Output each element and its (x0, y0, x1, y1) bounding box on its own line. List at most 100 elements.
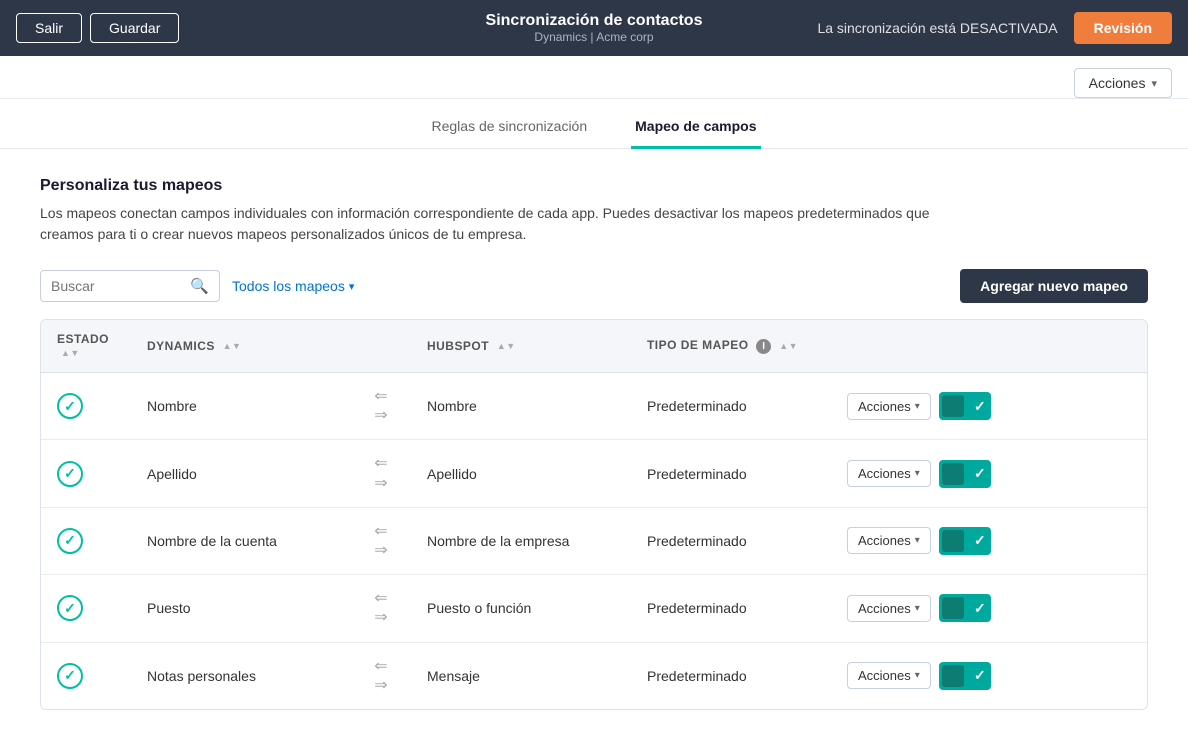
actions-cell: Acciones ✓ (831, 373, 1147, 440)
col-header-dynamics: DYNAMICS ▲▼ (131, 320, 351, 373)
tab-reglas[interactable]: Reglas de sincronización (427, 108, 591, 149)
header-center: Sincronización de contactos Dynamics | A… (486, 12, 703, 44)
col-header-estado: ESTADO ▲▼ (41, 320, 131, 373)
sort-hubspot-icon: ▲▼ (497, 343, 516, 350)
toggle-check-icon: ✓ (974, 465, 986, 482)
col-header-hubspot: HUBSPOT ▲▼ (411, 320, 631, 373)
status-check-icon: ✓ (57, 595, 83, 621)
hubspot-cell: Mensaje (411, 642, 631, 709)
row-acciones-button[interactable]: Acciones (847, 393, 931, 420)
status-check-icon: ✓ (57, 393, 83, 419)
toggle-switch[interactable]: ✓ (939, 392, 991, 420)
table-header-row: ESTADO ▲▼ DYNAMICS ▲▼ HUBSPOT ▲▼ TIPO DE… (41, 320, 1147, 373)
content-area: Personaliza tus mapeos Los mapeos conect… (0, 149, 1188, 738)
sync-arrows-icon: ⇐ ⇒ (367, 522, 395, 560)
sync-arrows-icon: ⇐ ⇒ (367, 589, 395, 627)
search-icon: 🔍 (190, 277, 209, 295)
salir-button[interactable]: Salir (16, 13, 82, 43)
page-subtitle: Dynamics | Acme corp (486, 30, 703, 44)
tipo-cell: Predeterminado (631, 642, 831, 709)
tipo-cell: Predeterminado (631, 507, 831, 574)
page-title: Sincronización de contactos (486, 12, 703, 30)
tab-mapeo[interactable]: Mapeo de campos (631, 108, 760, 149)
row-acciones-button[interactable]: Acciones (847, 460, 931, 487)
tipo-cell: Predeterminado (631, 373, 831, 440)
sync-arrows-icon: ⇐ ⇒ (367, 657, 395, 695)
section-title: Personaliza tus mapeos (40, 177, 1148, 195)
acciones-button[interactable]: Acciones (1074, 68, 1172, 98)
sync-arrows-icon: ⇐ ⇒ (367, 387, 395, 425)
sync-arrow-cell: ⇐ ⇒ (351, 642, 411, 709)
row-actions-group: Acciones ✓ (847, 662, 1131, 690)
toggle-check-icon: ✓ (974, 667, 986, 684)
actions-cell: Acciones ✓ (831, 642, 1147, 709)
tipo-cell: Predeterminado (631, 575, 831, 642)
table-row: ✓ Nombre de la cuenta ⇐ ⇒ Nombre de la e… (41, 507, 1147, 574)
sync-status: La sincronización está DESACTIVADA (817, 20, 1057, 36)
controls-row: 🔍 Todos los mapeos Agregar nuevo mapeo (40, 269, 1148, 303)
mappings-table-wrapper: ESTADO ▲▼ DYNAMICS ▲▼ HUBSPOT ▲▼ TIPO DE… (40, 319, 1148, 710)
row-actions-group: Acciones ✓ (847, 594, 1131, 622)
row-acciones-button[interactable]: Acciones (847, 662, 931, 689)
status-cell: ✓ (41, 575, 131, 642)
mappings-table: ESTADO ▲▼ DYNAMICS ▲▼ HUBSPOT ▲▼ TIPO DE… (41, 320, 1147, 709)
table-row: ✓ Puesto ⇐ ⇒ Puesto o función Predetermi… (41, 575, 1147, 642)
sort-tipo-icon: ▲▼ (779, 343, 798, 350)
tipo-info-icon: i (756, 339, 771, 354)
row-actions-group: Acciones ✓ (847, 392, 1131, 420)
hubspot-cell: Puesto o función (411, 575, 631, 642)
col-header-arrow (351, 320, 411, 373)
row-actions-group: Acciones ✓ (847, 460, 1131, 488)
dynamics-cell: Nombre (131, 373, 351, 440)
sort-estado-icon: ▲▼ (61, 350, 80, 357)
search-input[interactable] (51, 278, 190, 294)
status-check-icon: ✓ (57, 461, 83, 487)
revision-button[interactable]: Revisión (1074, 12, 1172, 44)
toggle-square (942, 597, 964, 619)
header-right: La sincronización está DESACTIVADA Revis… (817, 12, 1172, 44)
toggle-switch[interactable]: ✓ (939, 527, 991, 555)
toggle-square (942, 395, 964, 417)
sync-arrow-cell: ⇐ ⇒ (351, 373, 411, 440)
controls-left: 🔍 Todos los mapeos (40, 270, 354, 302)
table-row: ✓ Apellido ⇐ ⇒ Apellido Predeterminado A… (41, 440, 1147, 507)
row-acciones-button[interactable]: Acciones (847, 595, 931, 622)
search-box: 🔍 (40, 270, 220, 302)
status-cell: ✓ (41, 373, 131, 440)
col-header-actions (831, 320, 1147, 373)
hubspot-cell: Apellido (411, 440, 631, 507)
toggle-switch[interactable]: ✓ (939, 662, 991, 690)
sync-arrow-cell: ⇐ ⇒ (351, 575, 411, 642)
actions-cell: Acciones ✓ (831, 507, 1147, 574)
table-row: ✓ Nombre ⇐ ⇒ Nombre Predeterminado Accio… (41, 373, 1147, 440)
toggle-switch[interactable]: ✓ (939, 460, 991, 488)
header: Salir Guardar Sincronización de contacto… (0, 0, 1188, 56)
dynamics-cell: Puesto (131, 575, 351, 642)
dynamics-cell: Notas personales (131, 642, 351, 709)
actions-cell: Acciones ✓ (831, 575, 1147, 642)
dynamics-cell: Nombre de la cuenta (131, 507, 351, 574)
table-body: ✓ Nombre ⇐ ⇒ Nombre Predeterminado Accio… (41, 373, 1147, 709)
status-cell: ✓ (41, 440, 131, 507)
toggle-square (942, 463, 964, 485)
table-row: ✓ Notas personales ⇐ ⇒ Mensaje Predeterm… (41, 642, 1147, 709)
toolbar: Acciones (0, 56, 1188, 99)
status-cell: ✓ (41, 642, 131, 709)
dynamics-cell: Apellido (131, 440, 351, 507)
col-header-tipo: TIPO DE MAPEO i ▲▼ (631, 320, 831, 373)
toggle-check-icon: ✓ (974, 600, 986, 617)
hubspot-cell: Nombre (411, 373, 631, 440)
sync-arrows-icon: ⇐ ⇒ (367, 454, 395, 492)
toggle-switch[interactable]: ✓ (939, 594, 991, 622)
sort-dynamics-icon: ▲▼ (223, 343, 242, 350)
section-description: Los mapeos conectan campos individuales … (40, 203, 940, 245)
row-acciones-button[interactable]: Acciones (847, 527, 931, 554)
add-mapeo-button[interactable]: Agregar nuevo mapeo (960, 269, 1148, 303)
tipo-cell: Predeterminado (631, 440, 831, 507)
guardar-button[interactable]: Guardar (90, 13, 179, 43)
toggle-check-icon: ✓ (974, 532, 986, 549)
header-left-actions: Salir Guardar (16, 13, 179, 43)
filter-button[interactable]: Todos los mapeos (232, 278, 354, 294)
row-actions-group: Acciones ✓ (847, 527, 1131, 555)
toggle-check-icon: ✓ (974, 398, 986, 415)
